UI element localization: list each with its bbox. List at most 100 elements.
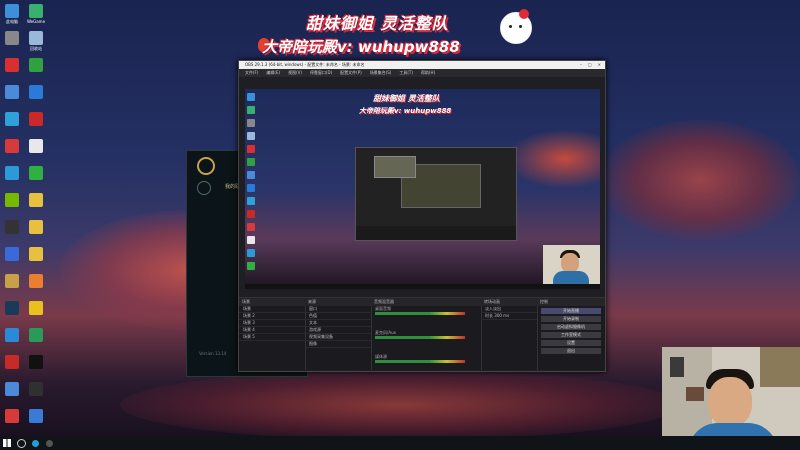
- desktop-icon[interactable]: [24, 139, 48, 153]
- gear-app-icon: [5, 31, 19, 45]
- preview-store-icon: [247, 184, 255, 192]
- desktop-icon[interactable]: [0, 58, 24, 72]
- preview-wechat-icon: [247, 262, 255, 270]
- desktop-icon[interactable]: [24, 220, 48, 234]
- desktop-icon[interactable]: [24, 58, 48, 72]
- source-item[interactable]: 色值: [305, 313, 371, 320]
- wallpaper-glow-right: [600, 120, 800, 240]
- transition-item[interactable]: 淡入淡出: [481, 306, 537, 313]
- taskbar-app-edge[interactable]: [28, 436, 42, 450]
- preview-wegame-icon: [247, 106, 255, 114]
- desktop-icon[interactable]: [0, 193, 24, 207]
- source-item[interactable]: 游戏源: [305, 327, 371, 334]
- desktop-icon[interactable]: [0, 139, 24, 153]
- desktop-icon[interactable]: [0, 220, 24, 234]
- desktop-icon[interactable]: [0, 112, 24, 126]
- start-button[interactable]: [0, 436, 14, 450]
- chrome-icon: [5, 382, 19, 396]
- source-item[interactable]: 窗口: [305, 306, 371, 313]
- source-item[interactable]: 文本: [305, 320, 371, 327]
- preview-game-red-icon: [247, 145, 255, 153]
- desktop-icon[interactable]: [0, 166, 24, 180]
- nvidia-icon: [5, 193, 19, 207]
- preview-document-icon: [247, 236, 255, 244]
- scene-item[interactable]: 场景: [239, 306, 305, 313]
- obs-titlebar[interactable]: OBS 29.1.3 (64-bit, windows) - 配置文件: 未命名…: [239, 61, 605, 69]
- desktop-icon[interactable]: [24, 166, 48, 180]
- desktop-icon[interactable]: 回收站: [24, 31, 48, 51]
- obs-menu-item[interactable]: 编辑(E): [266, 69, 280, 77]
- desktop-icon[interactable]: [0, 301, 24, 315]
- mixer-dock[interactable]: 音频混音器 桌面音频 麦克风/Aux 媒体源: [371, 298, 482, 370]
- source-item[interactable]: 视频采集设备: [305, 334, 371, 341]
- control-button[interactable]: 开始直播: [541, 308, 601, 314]
- close-icon[interactable]: ×: [598, 61, 601, 69]
- obs-menu-item[interactable]: 帮助(H): [421, 69, 435, 77]
- control-button[interactable]: 启动虚拟摄像机: [541, 324, 601, 330]
- game-red-icon: [5, 58, 19, 72]
- control-button[interactable]: 设置: [541, 340, 601, 346]
- mixer-channel[interactable]: 麦克风/Aux: [375, 330, 477, 343]
- desktop-icon[interactable]: [24, 301, 48, 315]
- desktop-icon[interactable]: [24, 85, 48, 99]
- desktop-icon[interactable]: [24, 328, 48, 342]
- lol-icon: [5, 274, 19, 288]
- desktop-icon[interactable]: [0, 274, 24, 288]
- desktop-icon[interactable]: [0, 409, 24, 423]
- desktop-icon[interactable]: [0, 355, 24, 369]
- folder2-icon: [29, 220, 43, 234]
- scene-item[interactable]: 场景 5: [239, 334, 305, 341]
- obs-window[interactable]: OBS 29.1.3 (64-bit, windows) - 配置文件: 未命名…: [238, 60, 606, 372]
- obs-menu-item[interactable]: 文件(F): [245, 69, 258, 77]
- search-button[interactable]: [14, 436, 28, 450]
- desktop-icon[interactable]: [0, 85, 24, 99]
- mixer-spacer: [371, 346, 481, 354]
- scene-item[interactable]: 场景 4: [239, 327, 305, 334]
- wegame-icon: [29, 4, 43, 18]
- mixer-channel[interactable]: 媒体源: [375, 354, 477, 367]
- taskbar-app-obs[interactable]: [42, 436, 56, 450]
- sources-dock[interactable]: 来源 窗口 色值 文本 游戏源 视频采集设备 图像: [305, 298, 372, 370]
- obs-menu-item[interactable]: 场景集合(S): [370, 69, 392, 77]
- obs-menu-item[interactable]: 停靠窗口(D): [310, 69, 332, 77]
- control-button[interactable]: 工作室模式: [541, 332, 601, 338]
- desktop-icon[interactable]: 此电脑: [0, 4, 24, 24]
- lol-nav-icon[interactable]: [197, 181, 211, 195]
- maximize-icon[interactable]: □: [588, 61, 592, 69]
- desktop-icon[interactable]: [0, 382, 24, 396]
- wallpaper-glow-bottom: [120, 370, 680, 440]
- banner-line-2: 大帝陪玩殿v: wuhupw888: [262, 38, 460, 56]
- transition-item[interactable]: 时长 300 ms: [481, 313, 537, 320]
- desktop-icon[interactable]: [24, 382, 48, 396]
- preview-banner-line-2: 大帝陪玩殿v: wuhupw888: [359, 107, 452, 115]
- scene-item[interactable]: 场景 2: [239, 313, 305, 320]
- mixer-channel[interactable]: 桌面音频: [375, 306, 477, 319]
- obs-menu-item[interactable]: 视图(V): [288, 69, 302, 77]
- desktop-icon[interactable]: [0, 31, 24, 45]
- desktop-icon[interactable]: [24, 247, 48, 261]
- scenes-dock[interactable]: 场景 场景 场景 2 场景 3 场景 4 场景 5: [239, 298, 306, 370]
- desktop-icon[interactable]: [24, 274, 48, 288]
- nested-preview-inner-2: [374, 156, 416, 178]
- obs-menu-item[interactable]: 工具(T): [399, 69, 413, 77]
- stream-banner: 甜妹御姐 灵活整队 大帝陪玩殿v: wuhupw888: [258, 6, 538, 62]
- desktop-icon[interactable]: [0, 328, 24, 342]
- preview-netease-icon: [247, 210, 255, 218]
- desktop-icon[interactable]: [24, 112, 48, 126]
- desktop-icon[interactable]: [24, 409, 48, 423]
- source-item[interactable]: 图像: [305, 341, 371, 348]
- steam-icon: [5, 301, 19, 315]
- minimize-icon[interactable]: –: [580, 61, 582, 69]
- desktop-icon[interactable]: [0, 247, 24, 261]
- control-button[interactable]: 开始录制: [541, 316, 601, 322]
- transitions-dock[interactable]: 转场动画 淡入淡出 时长 300 ms: [481, 298, 538, 370]
- webcam-box-2: [686, 387, 704, 401]
- desktop-icon[interactable]: [24, 355, 48, 369]
- obs-preview[interactable]: 甜妹御姐 灵活整队 大帝陪玩殿v: wuhupw888: [245, 89, 600, 289]
- scene-item[interactable]: 场景 3: [239, 320, 305, 327]
- controls-dock[interactable]: 控制 开始直播 开始录制 启动虚拟摄像机 工作室模式 设置 退出: [537, 298, 605, 370]
- control-button[interactable]: 退出: [541, 348, 601, 354]
- desktop-icon[interactable]: WeGame: [24, 4, 48, 24]
- obs-menu-item[interactable]: 配置文件(P): [340, 69, 362, 77]
- desktop-icon[interactable]: [24, 193, 48, 207]
